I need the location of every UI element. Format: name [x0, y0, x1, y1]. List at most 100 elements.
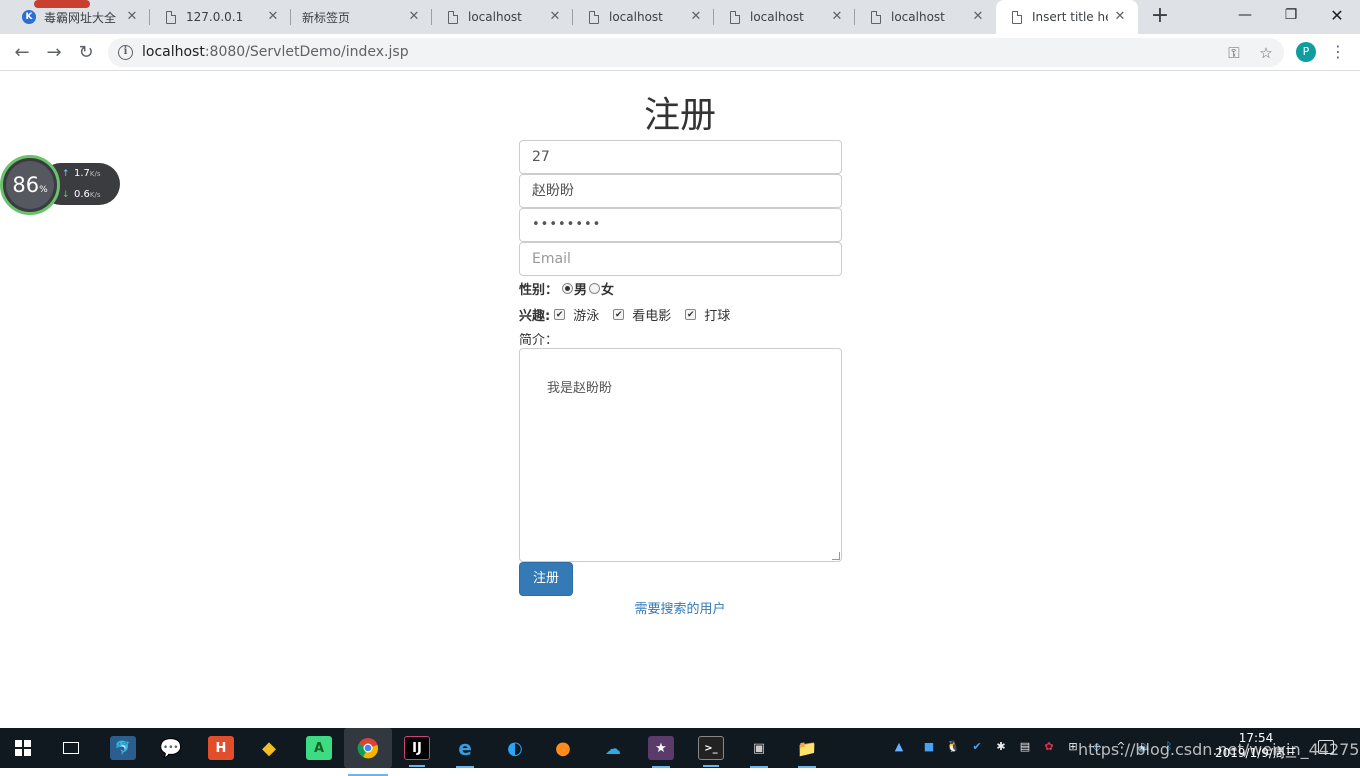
tab-3[interactable]: 新标签页 ✕ — [291, 0, 432, 34]
new-tab-button[interactable]: + — [1148, 5, 1172, 29]
page-icon — [728, 10, 742, 24]
task-view-icon[interactable] — [58, 736, 84, 760]
name-input[interactable]: 赵盼盼 — [519, 174, 842, 208]
address-bar[interactable]: i localhost:8080/ServletDemo/index.jsp ⚿… — [108, 38, 1284, 67]
tab-6[interactable]: localhost ✕ — [714, 0, 855, 34]
hobby-checkbox-ball[interactable]: ✔ — [685, 308, 697, 320]
page-content: 注册 27 赵盼盼 •••••••• Email 性别： 男 女 兴趣: ✔ 游… — [0, 72, 1360, 728]
gender-option-female[interactable]: 女 — [601, 279, 614, 298]
upload-speed: ↑ 1.7K/s — [62, 168, 101, 179]
page-title: 注册 — [643, 95, 716, 136]
close-icon[interactable]: ✕ — [1112, 9, 1128, 25]
browser-app-icon[interactable]: ◐ — [502, 736, 528, 760]
internet-explorer-icon[interactable]: e — [452, 736, 478, 768]
tab-2[interactable]: 127.0.0.1 ✕ — [150, 0, 291, 34]
restore-button[interactable]: ❐ — [1268, 0, 1314, 30]
intro-textarea[interactable]: 我是赵盼盼 — [519, 348, 842, 562]
gender-option-male[interactable]: 男 — [574, 279, 587, 298]
reload-button[interactable]: ↻ — [72, 38, 100, 66]
minimize-button[interactable]: — — [1222, 0, 1268, 30]
intro-label: 简介： — [519, 332, 559, 348]
info-icon[interactable]: i — [118, 45, 133, 60]
network-speed-widget[interactable]: 86% ↑ 1.7K/s ↓ 0.6K/s — [0, 155, 120, 215]
gender-radio-male[interactable] — [562, 282, 574, 294]
star-icon[interactable]: ☆ — [1256, 43, 1276, 63]
tab-active[interactable]: Insert title he ✕ — [996, 0, 1138, 34]
memory-gauge: 86% — [0, 155, 60, 215]
email-input[interactable]: Email — [519, 242, 842, 276]
tray-user-icon[interactable]: ▲ — [892, 740, 906, 754]
close-icon[interactable]: ✕ — [124, 9, 140, 25]
tab-7[interactable]: localhost ✕ — [855, 0, 996, 34]
gauge-percent: 86 — [12, 173, 40, 197]
password-input[interactable]: •••••••• — [519, 208, 842, 242]
tab-label: Insert title he — [1032, 10, 1108, 24]
back-button[interactable]: ← — [8, 38, 36, 66]
close-icon[interactable]: ✕ — [265, 9, 281, 25]
profile-avatar[interactable]: P — [1296, 42, 1316, 62]
menu-dots-icon[interactable]: ⋮ — [1330, 42, 1346, 62]
tray-sync-icon[interactable]: ✔ — [970, 740, 984, 754]
wechat-icon[interactable]: 💬 — [158, 736, 184, 760]
mysql-workbench-icon[interactable]: 🐬 — [110, 736, 136, 760]
image-viewer-icon[interactable]: ▣ — [746, 736, 772, 768]
terminal-icon[interactable]: >_ — [698, 736, 724, 767]
register-button[interactable]: 注册 — [519, 562, 573, 596]
tray-monitor-icon[interactable]: ■ — [922, 740, 936, 754]
windows-start-icon[interactable] — [10, 736, 36, 760]
url-text[interactable]: localhost:8080/ServletDemo/index.jsp — [142, 44, 409, 60]
close-icon[interactable]: ✕ — [970, 9, 986, 25]
android-studio-icon[interactable]: A — [306, 736, 332, 760]
close-icon[interactable]: ✕ — [688, 9, 704, 25]
hobby-row: 兴趣: ✔ 游泳 ✔ 看电影 ✔ 打球 — [519, 305, 730, 324]
key-icon[interactable]: ⚿ — [1224, 43, 1244, 63]
chrome-icon[interactable] — [344, 728, 392, 776]
tab-4[interactable]: localhost ✕ — [432, 0, 573, 34]
arrow-down-icon: ↓ — [62, 190, 70, 200]
hobby-option-swim[interactable]: 游泳 — [573, 305, 599, 324]
file-explorer-icon[interactable]: 📁 — [794, 736, 820, 768]
close-icon[interactable]: ✕ — [829, 9, 845, 25]
browser-toolbar: ← → ↻ i localhost:8080/ServletDemo/index… — [0, 34, 1360, 71]
page-icon — [164, 10, 178, 24]
url-path: :8080/ServletDemo/index.jsp — [204, 44, 409, 60]
reload-icon: ↻ — [78, 41, 94, 63]
hobby-option-movie[interactable]: 看电影 — [632, 305, 671, 324]
hobby-checkbox-movie[interactable]: ✔ — [613, 308, 625, 320]
notification-icon[interactable] — [1318, 740, 1334, 754]
firefox-style-icon[interactable]: ● — [550, 736, 576, 760]
cloud-drive-icon[interactable]: ☁ — [600, 736, 626, 760]
forward-button[interactable]: → — [40, 38, 68, 66]
intellij-icon[interactable]: IJ — [404, 736, 430, 767]
tray-red-app-icon[interactable]: ✿ — [1042, 740, 1056, 754]
page-icon — [587, 10, 601, 24]
arrow-left-icon: ← — [14, 41, 30, 63]
git-tool-icon[interactable]: ◆ — [256, 736, 282, 760]
gender-row: 性别： 男 女 — [519, 279, 614, 298]
tab-1[interactable]: K 毒霸网址大全 ✕ — [8, 0, 150, 34]
hobby-option-ball[interactable]: 打球 — [704, 305, 730, 324]
tray-qq-icon[interactable]: 🐧 — [946, 740, 960, 754]
age-input[interactable]: 27 — [519, 140, 842, 174]
hobby-checkbox-swim[interactable]: ✔ — [554, 308, 566, 320]
hbuilder-icon[interactable]: H — [208, 736, 234, 760]
tray-device-icon[interactable]: ▤ — [1018, 740, 1032, 754]
tab-strip: K 毒霸网址大全 ✕ 127.0.0.1 ✕ 新标签页 ✕ localhost … — [0, 0, 1360, 34]
tray-gear-icon[interactable]: ✱ — [994, 740, 1008, 754]
arrow-right-icon: → — [46, 41, 62, 63]
search-users-link-text[interactable]: 需要搜索的用户 — [634, 602, 725, 617]
resize-handle[interactable] — [832, 552, 840, 560]
close-window-button[interactable]: ✕ — [1314, 0, 1360, 30]
search-users-link: 需要搜索的用户 — [0, 598, 1360, 617]
gender-label: 性别： — [519, 282, 559, 298]
page-icon — [1010, 10, 1024, 24]
kingsoft-k-icon: K — [22, 10, 36, 24]
tab-5[interactable]: localhost ✕ — [573, 0, 714, 34]
game-icon[interactable]: ★ — [648, 736, 674, 768]
gauge-percent-sign: % — [39, 185, 48, 195]
close-icon[interactable]: ✕ — [547, 9, 563, 25]
close-icon[interactable]: ✕ — [406, 9, 422, 25]
hobby-label: 兴趣: — [519, 308, 551, 324]
gender-radio-female[interactable] — [589, 282, 601, 294]
page-icon — [446, 10, 460, 24]
